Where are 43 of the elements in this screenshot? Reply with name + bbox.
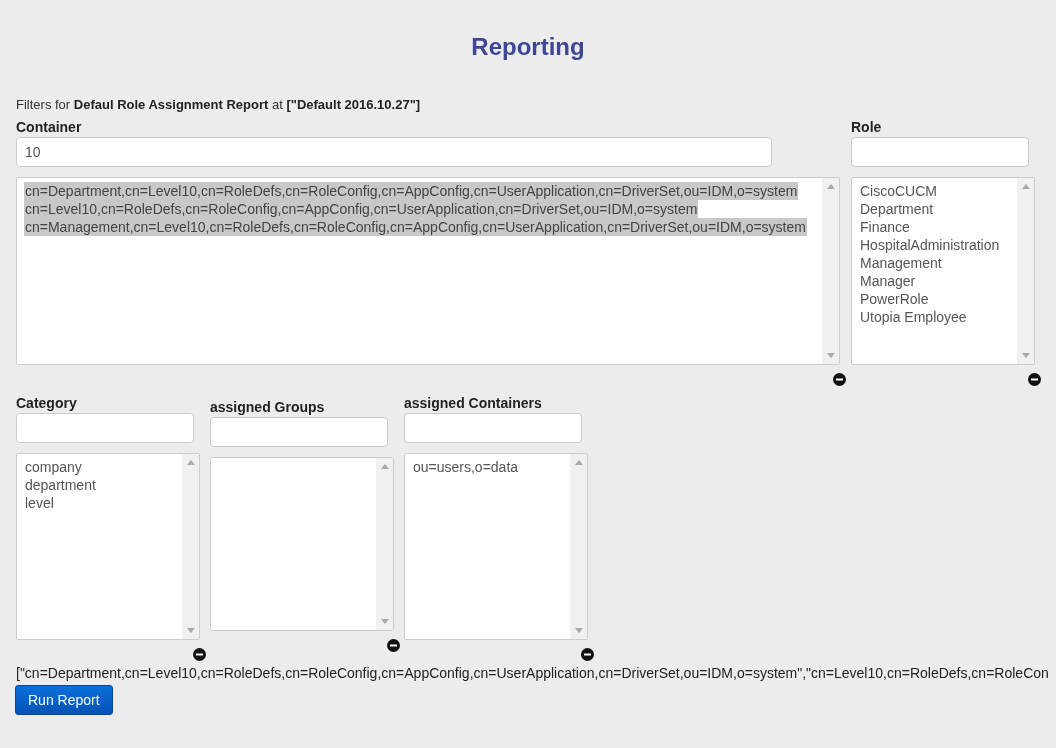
list-option[interactable]: ou=users,o=data xyxy=(412,458,520,476)
filter-input[interactable] xyxy=(404,413,582,443)
list-box[interactable] xyxy=(16,177,840,365)
remove-icon[interactable] xyxy=(581,648,594,661)
list-option[interactable]: CiscoCUCM xyxy=(859,182,938,200)
list-option[interactable]: Finance xyxy=(859,218,911,236)
list-option[interactable]: cn=Department,cn=Level10,cn=RoleDefs,cn=RoleConfig,cn=AppConfig,cn=UserApplication,cn=DriverSet,ou=IDM,o=system xyxy=(24,182,799,200)
scrollbar[interactable] xyxy=(1017,178,1034,364)
scrollbar[interactable] xyxy=(822,178,839,364)
list-option[interactable]: cn=Level10,cn=RoleDefs,cn=RoleConfig,cn=AppConfig,cn=UserApplication,cn=DriverSet,ou=IDM,o=system xyxy=(24,200,699,218)
scrollbar[interactable] xyxy=(376,458,393,630)
remove-icon[interactable] xyxy=(193,648,206,661)
filter-input[interactable] xyxy=(851,137,1029,167)
remove-icon[interactable] xyxy=(833,373,846,386)
list-option[interactable]: level xyxy=(24,494,55,512)
filter-input[interactable] xyxy=(210,417,388,447)
list-option[interactable]: cn=Management,cn=Level10,cn=RoleDefs,cn=RoleConfig,cn=AppConfig,cn=UserApplication,cn=DriverSet,ou=IDM,o=system xyxy=(24,218,807,236)
field-label: Category xyxy=(16,394,78,413)
list-option[interactable]: Manager xyxy=(859,272,917,290)
list-option[interactable]: company xyxy=(24,458,83,476)
run-report-button[interactable]: Run Report xyxy=(15,685,113,715)
field-label: Role xyxy=(851,118,883,137)
list-option[interactable]: Management xyxy=(859,254,943,272)
selection-summary: ["cn=Department,cn=Level10,cn=RoleDefs,cn=RoleConfig,cn=AppConfig,cn=UserApplication,cn=DriverSet,ou=IDM,o=system","cn=Level10,cn=RoleDefs,cn=RoleCon xyxy=(16,665,1049,681)
filters-description: Filters for Defaul Role Assignment Report at ["Default 2016.10.27"] xyxy=(16,97,422,113)
remove-icon[interactable] xyxy=(387,639,400,652)
filter-input[interactable]: 10 xyxy=(16,137,772,167)
scrollbar[interactable] xyxy=(182,454,199,639)
page-title: Reporting xyxy=(470,32,586,62)
scrollbar[interactable] xyxy=(570,454,587,639)
list-option[interactable]: HospitalAdministration xyxy=(859,236,1001,254)
list-option[interactable]: department xyxy=(24,476,97,494)
list-box[interactable]: CiscoCUCM Department Finance HospitalAdministration Management Manager PowerRole Utopia Employee xyxy=(851,177,1035,365)
list-option[interactable]: PowerRole xyxy=(859,290,930,308)
list-option[interactable]: Utopia Employee xyxy=(859,308,968,326)
list-box[interactable]: ou=users,o=data xyxy=(404,453,588,640)
field-label: assigned Containers xyxy=(404,394,543,413)
list-option[interactable]: Department xyxy=(859,200,935,218)
remove-icon[interactable] xyxy=(1028,373,1041,386)
filter-input[interactable] xyxy=(16,413,194,443)
list-box[interactable]: company department level xyxy=(16,453,200,640)
field-label: Container xyxy=(16,118,83,137)
field-label: assigned Groups xyxy=(210,398,326,417)
